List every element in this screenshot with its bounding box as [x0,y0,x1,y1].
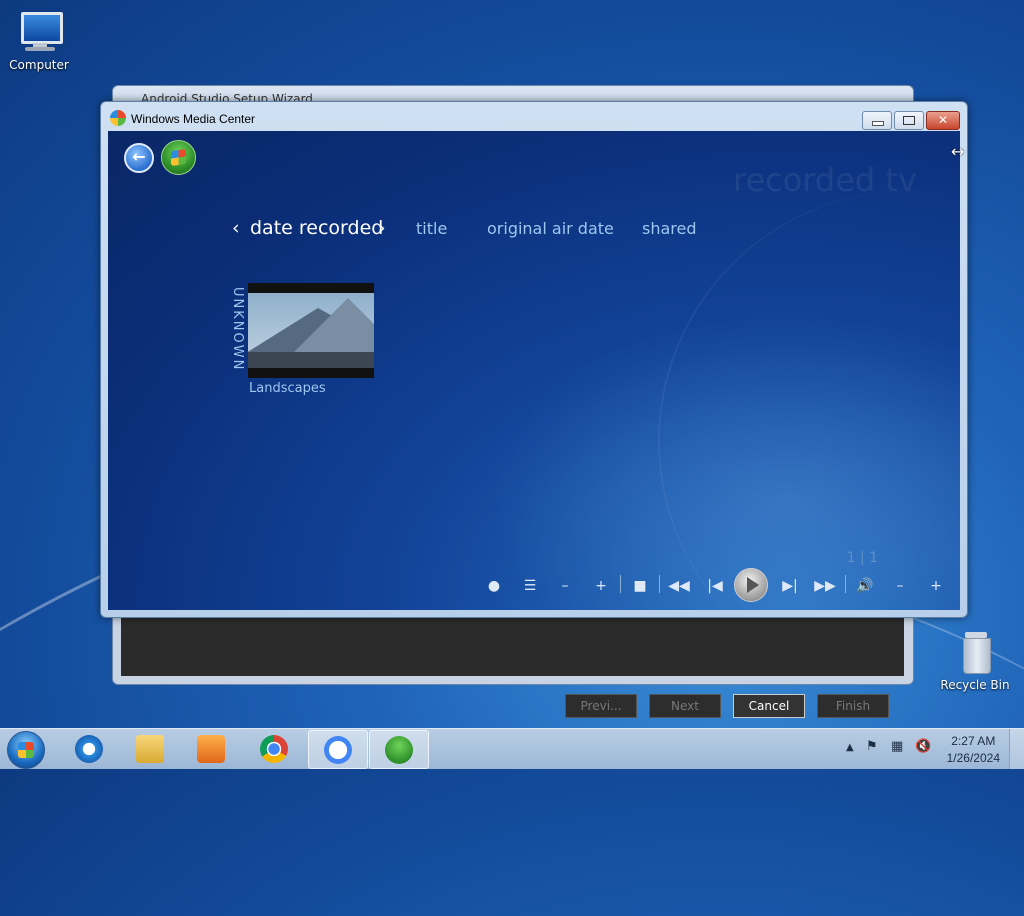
list-icon: ☰ [523,578,537,594]
minimize-icon [872,121,884,126]
pivot-title[interactable]: title [416,219,447,238]
action-center-icon[interactable]: ⚑ [866,739,878,754]
show-hidden-icons-button[interactable]: ▲ [846,742,854,753]
skip-forward-icon: ▶| [782,578,798,594]
computer-icon [15,10,63,54]
chrome-icon [260,735,288,763]
plus-icon: + [930,578,942,594]
recycle-bin-icon [951,630,999,674]
taskbar-chrome[interactable] [245,730,303,767]
volume-down-button[interactable]: – [888,577,912,595]
minus-icon: – [561,578,569,594]
taskbar-media-center[interactable] [369,730,429,769]
media-center-icon [385,736,413,764]
pivot-date-recorded[interactable]: date recorded [250,217,383,239]
system-clock[interactable]: 2:27 AM 1/26/2024 [947,733,1000,767]
media-center-content: ← recorded tv ‹ date recorded › title or… [108,131,960,610]
media-center-logo-icon [110,110,126,126]
taskbar-media-player[interactable] [182,730,240,767]
taskbar-internet-explorer[interactable] [60,730,118,767]
guide-button[interactable]: ☰ [518,577,542,595]
play-button[interactable] [734,568,768,602]
android-studio-icon [324,736,352,764]
cancel-button[interactable]: Cancel [733,694,805,718]
resize-cursor-icon: ↔ [951,142,965,161]
group-label: UNKNOWN [230,287,245,372]
clock-date: 1/26/2024 [946,751,1000,765]
page-heading: recorded tv [733,161,917,199]
maximize-icon [903,116,915,125]
stop-button[interactable]: ■ [628,577,652,595]
record-button[interactable]: ● [482,577,506,595]
previous-button[interactable]: Previ... [565,694,637,718]
media-center-start-button[interactable] [161,140,196,175]
close-icon: ✕ [937,113,949,127]
media-center-window-title: Windows Media Center [131,112,256,126]
minus-icon: – [896,578,904,594]
pivot-shared[interactable]: shared [642,219,697,238]
channel-down-button[interactable]: – [553,577,577,595]
fast-forward-icon: ▶▶ [814,578,836,594]
network-icon[interactable]: ▦ [891,739,903,754]
windows-flag-icon [171,148,186,167]
taskbar-android-studio[interactable] [308,730,368,769]
volume-muted-icon[interactable]: 🔇 [915,739,931,754]
desktop-icon-computer[interactable]: Computer [4,10,74,72]
page-indicator: 1 | 1 [846,550,878,566]
windows-logo-icon [18,742,34,758]
stop-icon: ■ [633,578,647,594]
mute-button[interactable]: 🔊 [853,577,877,595]
play-icon [747,577,759,593]
pivot-original-air-date[interactable]: original air date [487,219,614,238]
pivot-prev-arrow[interactable]: ‹ [232,217,240,239]
rewind-button[interactable]: ◀◀ [667,577,691,595]
finish-button[interactable]: Finish [817,694,889,718]
maximize-button[interactable] [894,111,924,130]
internet-explorer-icon [75,735,103,763]
recording-title: Landscapes [249,381,326,396]
setup-button-bar [121,616,904,676]
channel-up-button[interactable]: + [589,577,613,595]
start-button[interactable] [7,731,45,769]
recycle-bin-label: Recycle Bin [940,678,1010,692]
recording-thumbnail[interactable] [248,283,374,378]
previous-track-button[interactable]: |◀ [703,577,727,595]
record-icon: ● [487,578,501,594]
volume-up-button[interactable]: + [924,577,948,595]
clock-time: 2:27 AM [951,734,996,748]
show-desktop-button[interactable] [1009,729,1024,769]
next-track-button[interactable]: ▶| [778,577,802,595]
rewind-icon: ◀◀ [668,578,690,594]
computer-label: Computer [9,58,69,72]
pivot-next-arrow[interactable]: › [378,217,386,239]
speaker-icon: 🔊 [856,578,874,594]
desktop-icon-recycle-bin[interactable]: Recycle Bin [940,630,1010,692]
close-button[interactable]: ✕ [926,111,960,130]
next-button[interactable]: Next [649,694,721,718]
minimize-button[interactable] [862,111,892,130]
file-explorer-icon [136,735,164,763]
back-button[interactable]: ← [124,143,154,173]
media-player-icon [197,735,225,763]
taskbar: ▲ ⚑ ▦ 🔇 2:27 AM 1/26/2024 [0,728,1024,769]
skip-back-icon: |◀ [707,578,723,594]
plus-icon: + [595,578,607,594]
back-arrow-icon: ← [132,147,146,166]
media-center-window[interactable]: Windows Media Center ✕ ← recorded tv ‹ d… [100,101,968,618]
taskbar-file-explorer[interactable] [121,730,179,767]
fast-forward-button[interactable]: ▶▶ [813,577,837,595]
